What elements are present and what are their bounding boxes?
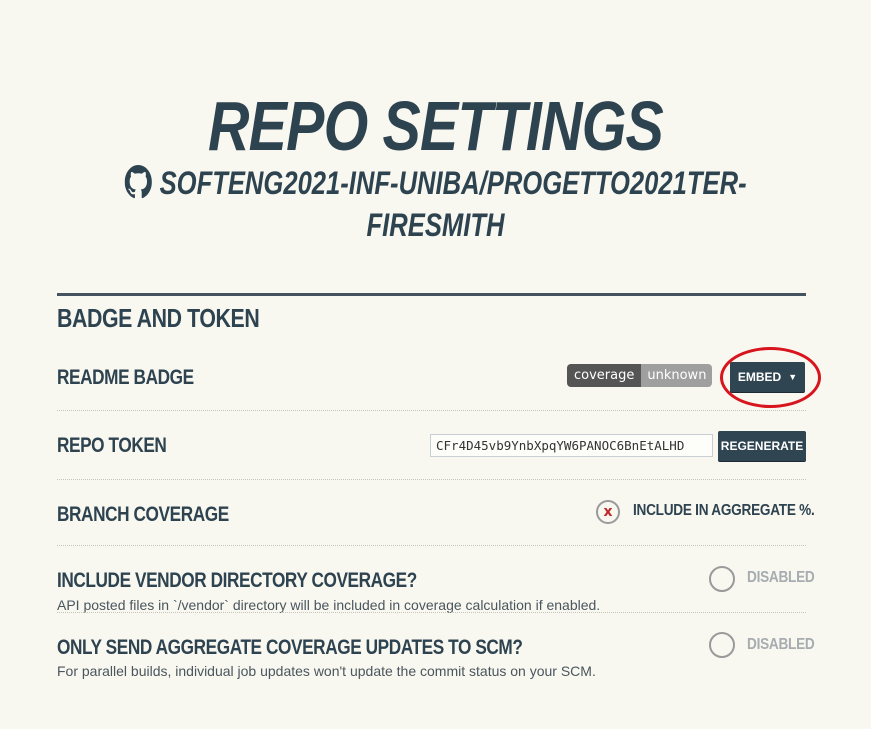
- row-separator: [57, 479, 806, 480]
- badge-left-text: coverage: [567, 364, 642, 387]
- aggregate-updates-toggle[interactable]: [709, 632, 735, 658]
- vendor-coverage-toggle[interactable]: [709, 566, 735, 592]
- repo-token-label: REPO TOKEN: [57, 434, 167, 457]
- section-title: BADGE AND TOKEN: [57, 303, 260, 333]
- coverage-badge: coverage unknown: [567, 364, 713, 387]
- embed-button[interactable]: EMBED ▼: [730, 362, 805, 392]
- repo-token-field[interactable]: [430, 434, 713, 457]
- aggregate-updates-label: ONLY SEND AGGREGATE COVERAGE UPDATES TO …: [57, 636, 523, 659]
- include-aggregate-toggle[interactable]: x: [596, 500, 620, 524]
- badge-right-text: unknown: [641, 364, 713, 387]
- embed-button-label: EMBED: [737, 370, 782, 384]
- readme-badge-label: README BADGE: [57, 366, 194, 389]
- github-icon: [124, 165, 152, 199]
- repo-name-line2: FIRESMITH: [366, 207, 505, 243]
- row-separator: [57, 545, 806, 546]
- repo-name: SOFTENG2021-INF-UNIBA/PROGETTO2021TER- F…: [87, 162, 784, 246]
- row-separator: [57, 612, 806, 613]
- include-aggregate-label[interactable]: INCLUDE IN AGGREGATE %.: [633, 502, 815, 520]
- section-divider: [57, 293, 806, 296]
- regenerate-button-label: REGENERATE: [720, 439, 804, 453]
- branch-coverage-label: BRANCH COVERAGE: [57, 503, 229, 526]
- page-title: REPO SETTINGS: [208, 87, 664, 165]
- regenerate-button[interactable]: REGENERATE: [718, 431, 806, 461]
- vendor-coverage-label: INCLUDE VENDOR DIRECTORY COVERAGE?: [57, 569, 417, 592]
- vendor-coverage-status[interactable]: DISABLED: [747, 569, 815, 587]
- aggregate-updates-status[interactable]: DISABLED: [747, 636, 815, 654]
- row-separator: [57, 410, 806, 411]
- aggregate-updates-description: For parallel builds, individual job upda…: [57, 663, 596, 679]
- caret-down-icon: ▼: [788, 372, 798, 382]
- repo-name-line1: SOFTENG2021-INF-UNIBA/PROGETTO2021TER-: [159, 165, 747, 201]
